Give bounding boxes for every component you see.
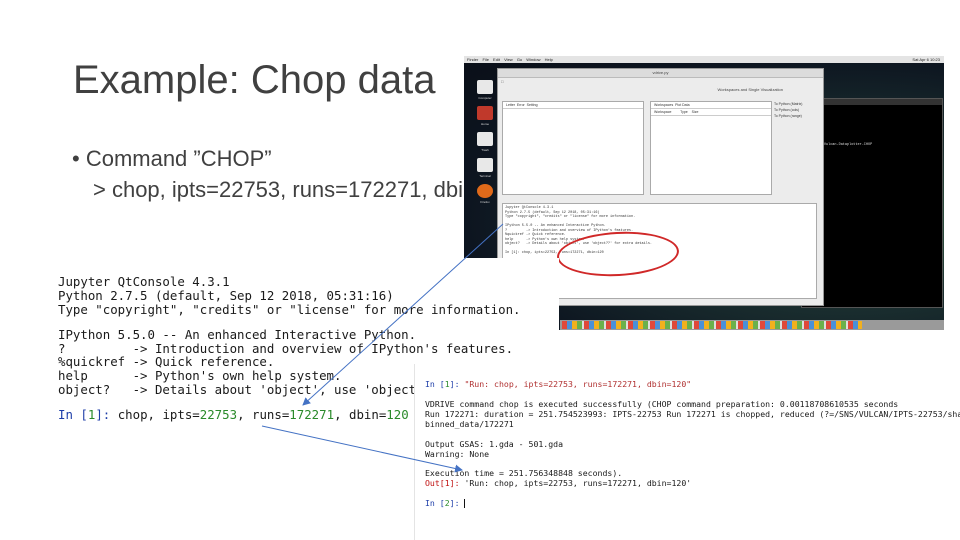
arrow-to-console [302, 223, 504, 406]
annotation-arrows [261, 223, 504, 473]
arrow-to-output [261, 425, 463, 473]
